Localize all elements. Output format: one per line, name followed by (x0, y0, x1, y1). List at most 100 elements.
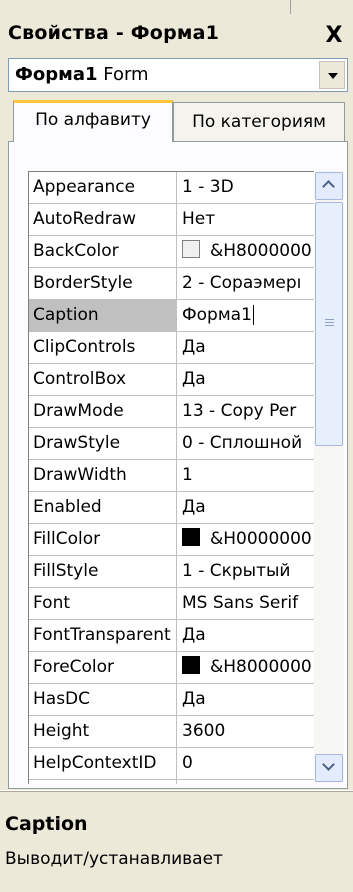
property-row[interactable]: AutoRedraw Нет (29, 204, 315, 236)
property-value-text: Форма1 (182, 305, 252, 325)
property-name[interactable]: Font (29, 588, 177, 619)
property-name[interactable]: DrawWidth (29, 460, 177, 491)
property-row[interactable]: Appearance 1 - 3D (29, 172, 315, 204)
property-name[interactable]: Enabled (29, 492, 177, 523)
tab-alphabetic[interactable]: По алфавиту (13, 100, 173, 142)
close-button[interactable]: X (319, 22, 349, 50)
property-value[interactable]: (Пиктограмма (177, 780, 315, 784)
property-value[interactable]: 13 - Copy Per (177, 396, 315, 427)
window-title: Свойства - Форма1 (8, 22, 220, 44)
property-value-text: Да (182, 689, 206, 709)
property-row[interactable]: BackColor &H8000000 (29, 236, 315, 268)
property-value[interactable]: &H0000000 (177, 524, 315, 555)
property-row[interactable]: Enabled Да (29, 492, 315, 524)
object-selector-text: Форма1 Form (15, 64, 149, 85)
scroll-thumb[interactable] (315, 202, 343, 446)
property-name[interactable]: Appearance (29, 172, 177, 203)
property-value-text: &H0000000 (210, 529, 312, 549)
property-value[interactable]: Да (177, 364, 315, 395)
property-row[interactable]: ControlBox Да (29, 364, 315, 396)
object-selector[interactable]: Форма1 Form (8, 58, 348, 92)
scroll-down-arrow-icon[interactable] (315, 754, 343, 782)
property-row[interactable]: DrawStyle 0 - Сплошной (29, 428, 315, 460)
property-value[interactable]: Да (177, 620, 315, 651)
description-separator (0, 791, 353, 792)
property-value-text: 3600 (182, 721, 226, 741)
property-row[interactable]: Font MS Sans Serif (29, 588, 315, 620)
property-name[interactable]: ForeColor (29, 652, 177, 683)
property-value[interactable]: Да (177, 332, 315, 363)
property-row[interactable]: Height 3600 (29, 716, 315, 748)
property-value[interactable]: 1 - 3D (177, 172, 315, 203)
description-title: Caption (5, 813, 88, 835)
property-value-text: &H8000000 (210, 657, 312, 677)
property-value-text: Да (182, 369, 206, 389)
property-row[interactable]: BorderStyle 2 - Сораэмерı (29, 268, 315, 300)
property-name[interactable]: Caption (29, 300, 177, 331)
property-row[interactable]: Icon(Пиктограмма (29, 780, 315, 784)
object-name: Форма1 (15, 64, 98, 85)
property-name[interactable]: FillStyle (29, 556, 177, 587)
property-row[interactable]: ForeColor &H8000000 (29, 652, 315, 684)
property-value[interactable]: 2 - Сораэмерı (177, 268, 315, 299)
property-value-text: Нет (182, 209, 216, 229)
property-value-text: 13 - Copy Per (182, 401, 297, 421)
property-row[interactable]: ClipControls Да (29, 332, 315, 364)
property-value[interactable]: 1 - Скрытый (177, 556, 315, 587)
property-value[interactable]: 1 (177, 460, 315, 491)
property-name[interactable]: Icon (29, 780, 177, 784)
property-value[interactable]: 3600 (177, 716, 315, 747)
property-value[interactable]: Нет (177, 204, 315, 235)
chevron-down-icon[interactable] (319, 61, 345, 89)
property-value[interactable]: Да (177, 492, 315, 523)
property-value-text: 1 - Скрытый (182, 561, 291, 581)
property-value[interactable]: 0 - Сплошной (177, 428, 315, 459)
property-name[interactable]: DrawStyle (29, 428, 177, 459)
property-grid: Appearance 1 - 3D AutoRedraw Нет BackColor &H… (28, 171, 315, 784)
property-value-text: 1 (182, 465, 193, 485)
property-name[interactable]: FillColor (29, 524, 177, 555)
property-name[interactable]: ControlBox (29, 364, 177, 395)
property-value-text: &H8000000 (210, 241, 312, 261)
property-name[interactable]: BackColor (29, 236, 177, 267)
property-value[interactable]: Форма1 (177, 300, 315, 331)
property-name[interactable]: HasDC (29, 684, 177, 715)
title-bar: Свойства - Форма1 X (0, 14, 353, 58)
property-row[interactable]: HelpContextID 0 (29, 748, 315, 780)
property-row[interactable]: DrawWidth 1 (29, 460, 315, 492)
property-row[interactable]: FillStyle 1 - Скрытый (29, 556, 315, 588)
color-swatch (182, 656, 200, 674)
top-strip-divider (290, 0, 291, 14)
property-value-text: 1 - 3D (182, 177, 234, 197)
property-row[interactable]: FillColor &H0000000 (29, 524, 315, 556)
property-value-text: Да (182, 497, 206, 517)
property-value[interactable]: MS Sans Serif (177, 588, 315, 619)
property-value[interactable]: &H8000000 (177, 236, 315, 267)
property-row[interactable]: Caption Форма1 (29, 300, 315, 332)
grip-line (325, 322, 334, 323)
property-name[interactable]: HelpContextID (29, 748, 177, 779)
property-name[interactable]: ClipControls (29, 332, 177, 363)
property-value-text: Да (182, 625, 206, 645)
property-name[interactable]: FontTransparent (29, 620, 177, 651)
property-name[interactable]: AutoRedraw (29, 204, 177, 235)
property-row[interactable]: DrawMode 13 - Copy Per (29, 396, 315, 428)
scroll-up-arrow-icon[interactable] (315, 172, 343, 200)
property-value[interactable]: &H8000000 (177, 652, 315, 683)
property-value[interactable]: 0 (177, 748, 315, 779)
property-name[interactable]: Height (29, 716, 177, 747)
color-swatch (182, 240, 200, 258)
property-value[interactable]: Да (177, 684, 315, 715)
property-name[interactable]: BorderStyle (29, 268, 177, 299)
color-swatch (182, 528, 200, 546)
property-value-text: 0 - Сплошной (182, 433, 303, 453)
top-strip (0, 0, 353, 15)
grip-line (325, 319, 334, 320)
property-value-text: Да (182, 337, 206, 357)
tab-categorized[interactable]: По категориям (173, 102, 345, 142)
vertical-scrollbar[interactable] (314, 171, 344, 783)
property-row[interactable]: FontTransparent Да (29, 620, 315, 652)
property-row[interactable]: HasDC Да (29, 684, 315, 716)
description-pane: Caption Выводит/устанавливает (0, 790, 353, 892)
property-name[interactable]: DrawMode (29, 396, 177, 427)
